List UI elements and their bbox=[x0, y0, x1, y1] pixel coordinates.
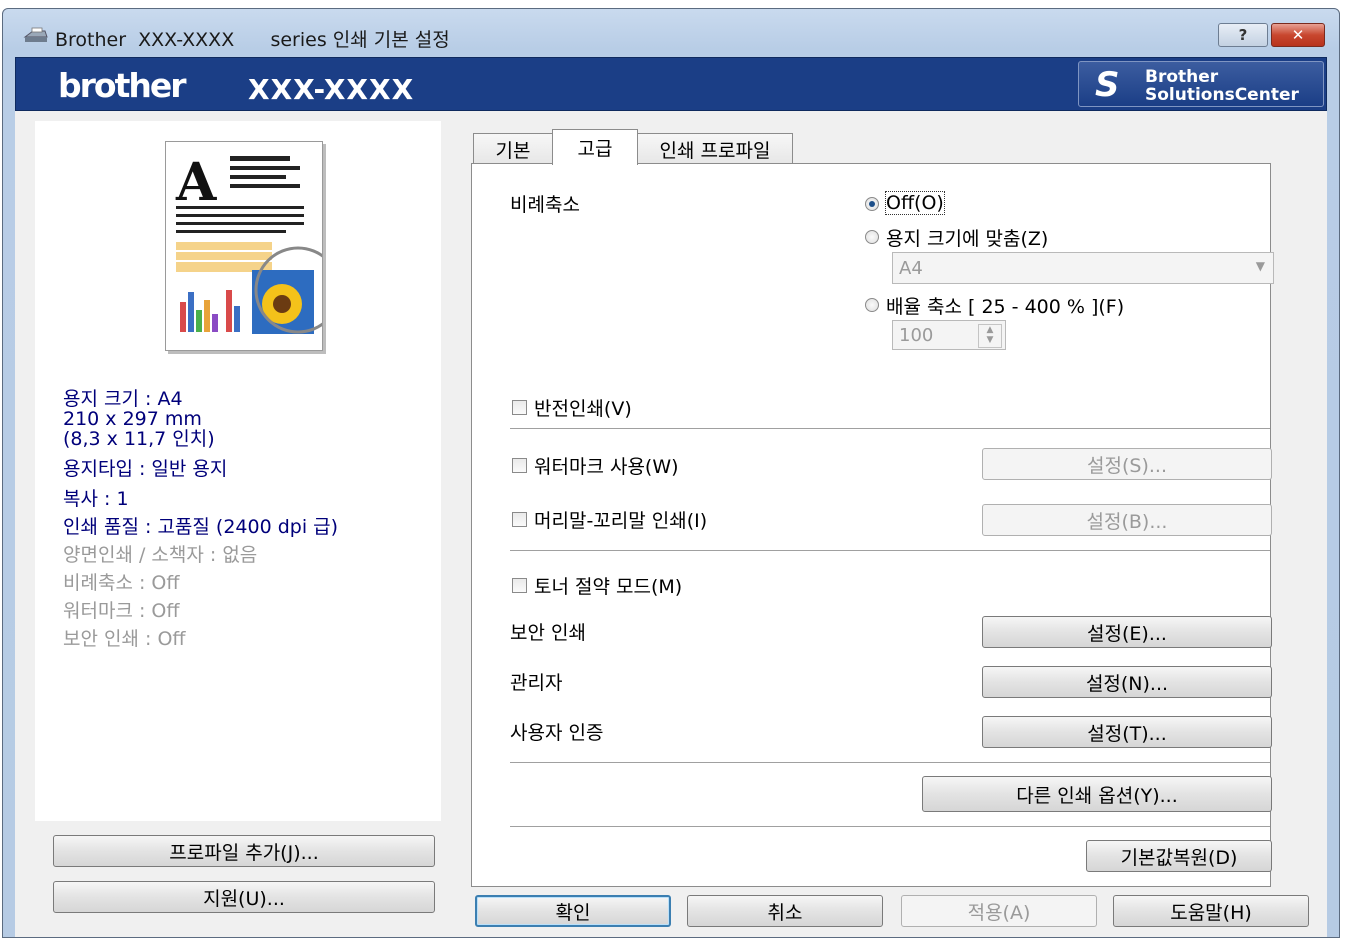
summary-scaling: 비례축소 : Off bbox=[63, 572, 180, 594]
close-button[interactable]: ✕ bbox=[1271, 23, 1325, 47]
other-print-options-button[interactable]: 다른 인쇄 옵션(Y)... bbox=[922, 776, 1272, 812]
advanced-tab-panel: 비례축소 Off(O) 용지 크기에 맞춤(Z) A4 ▼ 배율 축소 [ 25… bbox=[471, 163, 1274, 887]
summary-quality: 인쇄 품질 : 고품질 (2400 dpi 급) bbox=[63, 516, 339, 538]
header-footer-checkbox[interactable] bbox=[512, 512, 527, 527]
summary-paper-dims-in: (8,3 x 11,7 인치) bbox=[63, 428, 215, 450]
reverse-print-checkbox[interactable] bbox=[512, 400, 527, 415]
brother-logo: brother bbox=[58, 66, 186, 105]
title-bar[interactable]: Brother XXX-XXXX series 인쇄 기본 설정 ? ✕ bbox=[3, 9, 1339, 57]
separator bbox=[510, 428, 1270, 429]
help-icon: ? bbox=[1238, 26, 1248, 44]
separator bbox=[510, 550, 1270, 551]
tab-basic[interactable]: 기본 bbox=[473, 133, 553, 165]
scaling-fit-label[interactable]: 용지 크기에 맞춤(Z) bbox=[886, 224, 1048, 251]
watermark-checkbox[interactable] bbox=[512, 458, 527, 473]
chevron-down-icon: ▼ bbox=[1255, 259, 1265, 273]
support-button[interactable]: 지원(U)... bbox=[53, 881, 435, 913]
tab-print-profiles[interactable]: 인쇄 프로파일 bbox=[637, 133, 793, 165]
scale-percent-value: 100 bbox=[899, 324, 934, 346]
solutions-center-icon: S bbox=[1095, 65, 1120, 105]
scaling-off-radio[interactable] bbox=[865, 197, 879, 211]
scaling-off-label[interactable]: Off(O) bbox=[885, 191, 945, 215]
brand-banner: brother XXX-XXXX S Brother SolutionsCente… bbox=[15, 57, 1327, 111]
restore-defaults-button[interactable]: 기본값복원(D) bbox=[1086, 840, 1272, 872]
tab-advanced[interactable]: 고급 bbox=[552, 129, 638, 165]
administrator-settings-button[interactable]: 설정(N)... bbox=[982, 666, 1272, 698]
solutions-center-label: Brother SolutionsCenter bbox=[1145, 67, 1299, 105]
summary-paper-dims-mm: 210 x 297 mm bbox=[63, 408, 202, 430]
summary-secure-print: 보안 인쇄 : Off bbox=[63, 628, 186, 650]
scale-percent-input[interactable]: 100 ▲ ▼ bbox=[892, 320, 1006, 350]
paper-size-value: A4 bbox=[899, 257, 923, 279]
watermark-settings-button[interactable]: 설정(S)... bbox=[982, 448, 1272, 480]
printer-icon bbox=[23, 27, 48, 42]
administrator-label: 관리자 bbox=[510, 672, 563, 694]
ok-button[interactable]: 확인 bbox=[475, 895, 671, 927]
summary-media-type: 용지타입 : 일반 용지 bbox=[63, 458, 228, 480]
printing-preferences-window: Brother XXX-XXXX series 인쇄 기본 설정 ? ✕ bro… bbox=[2, 8, 1340, 938]
help-footer-button[interactable]: 도움말(H) bbox=[1113, 895, 1309, 927]
reverse-print-label[interactable]: 반전인쇄(V) bbox=[534, 394, 632, 421]
scaling-label: 비례축소 bbox=[510, 194, 580, 216]
add-profile-button[interactable]: 프로파일 추가(J)... bbox=[53, 835, 435, 867]
separator bbox=[510, 826, 1270, 827]
help-button[interactable]: ? bbox=[1218, 23, 1268, 47]
toner-save-label[interactable]: 토너 절약 모드(M) bbox=[534, 572, 682, 599]
svg-text:A: A bbox=[175, 152, 217, 213]
scaling-fit-radio[interactable] bbox=[865, 230, 879, 244]
cancel-button[interactable]: 취소 bbox=[687, 895, 883, 927]
separator bbox=[510, 762, 1270, 763]
summary-duplex: 양면인쇄 / 소책자 : 없음 bbox=[63, 544, 258, 566]
window-title: Brother XXX-XXXX series 인쇄 기본 설정 bbox=[55, 29, 450, 51]
dialog-body: A 용지 크기: A4 210 x 297 mm (8,3 x 11,7 인치… bbox=[15, 111, 1327, 937]
summary-paper-size: 용지 크기 : A4 bbox=[63, 388, 183, 410]
summary-watermark: 워터마크 : Off bbox=[63, 600, 180, 622]
spin-buttons-icon[interactable]: ▲ ▼ bbox=[978, 324, 1002, 348]
watermark-label[interactable]: 워터마크 사용(W) bbox=[534, 452, 679, 479]
user-auth-label: 사용자 인증 bbox=[510, 722, 604, 744]
settings-summary-panel: A 용지 크기: A4 210 x 297 mm (8,3 x 11,7 인치… bbox=[35, 121, 441, 821]
toner-save-checkbox[interactable] bbox=[512, 578, 527, 593]
user-auth-settings-button[interactable]: 설정(T)... bbox=[982, 716, 1272, 748]
print-preview-thumbnail: A bbox=[165, 141, 345, 351]
header-footer-settings-button[interactable]: 설정(B)... bbox=[982, 504, 1272, 536]
secure-print-label: 보안 인쇄 bbox=[510, 622, 586, 644]
solutions-center-button[interactable]: S Brother SolutionsCenter bbox=[1078, 61, 1324, 107]
summary-copies: 복사 : 1 bbox=[63, 488, 129, 510]
header-footer-label[interactable]: 머리말-꼬리말 인쇄(I) bbox=[534, 506, 707, 533]
apply-button[interactable]: 적용(A) bbox=[901, 895, 1097, 927]
paper-size-select[interactable]: A4 ▼ bbox=[892, 252, 1274, 284]
close-icon: ✕ bbox=[1291, 26, 1305, 44]
secure-print-settings-button[interactable]: 설정(E)... bbox=[982, 616, 1272, 648]
model-name: XXX-XXXX bbox=[248, 73, 415, 106]
scaling-free-label[interactable]: 배율 축소 [ 25 - 400 % ](F) bbox=[886, 292, 1124, 319]
scaling-free-radio[interactable] bbox=[865, 298, 879, 312]
document-preview-icon: A bbox=[175, 152, 345, 342]
